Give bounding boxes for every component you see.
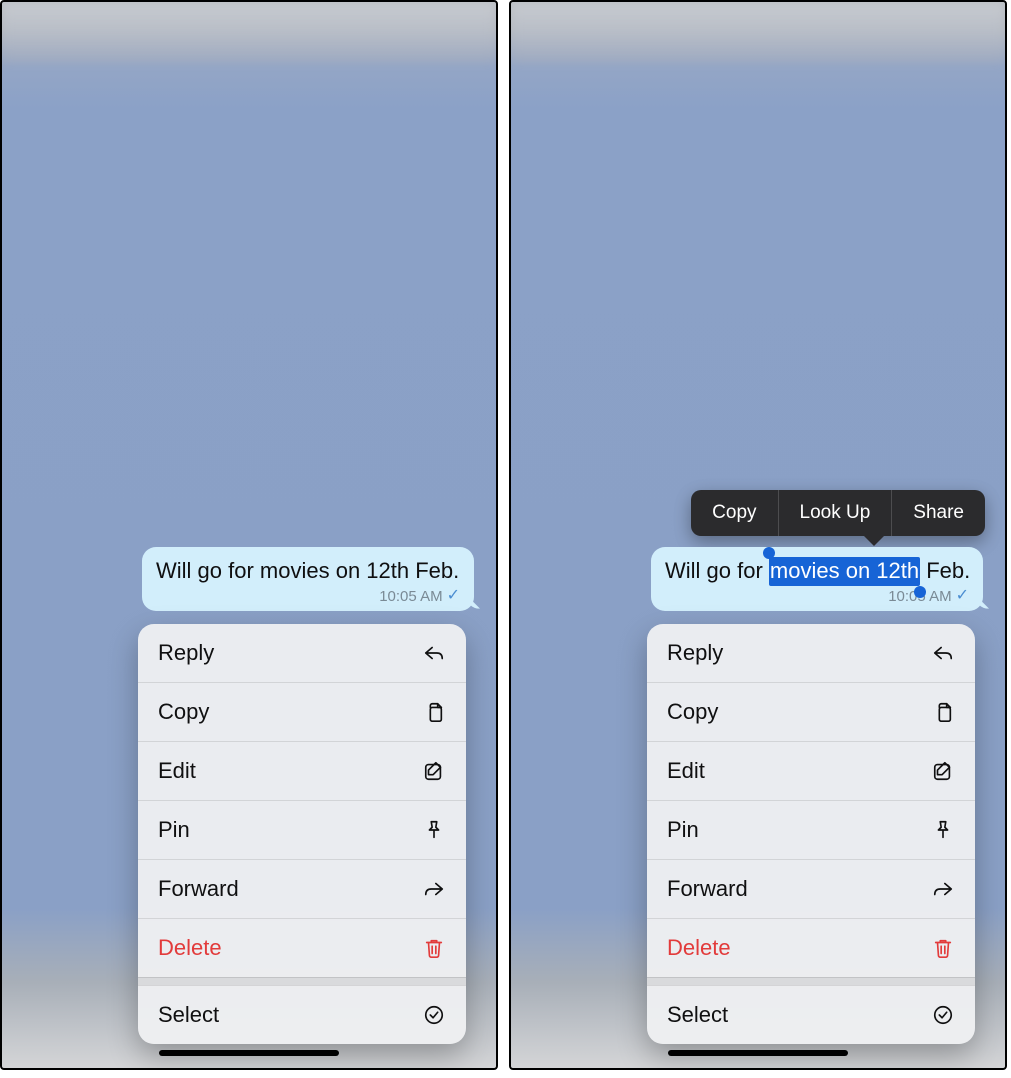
screenshot-right: Copy Look Up Share Will go for movies on…: [509, 0, 1007, 1070]
popup-arrow-icon: [863, 535, 885, 546]
menu-item-copy[interactable]: Copy: [138, 682, 466, 741]
menu-item-delete[interactable]: Delete: [647, 918, 975, 977]
forward-icon: [931, 877, 955, 901]
selection-handle-start[interactable]: [763, 547, 775, 559]
check-circle-icon: [422, 1003, 446, 1027]
message-bubble[interactable]: Will go for movies on 12th Feb. 10:05 AM…: [142, 547, 474, 611]
message-text-after: Feb.: [920, 558, 970, 583]
menu-item-select[interactable]: Select: [138, 985, 466, 1044]
statusbar-blur: [2, 2, 496, 62]
menu-separator: [138, 977, 466, 985]
menu-item-forward[interactable]: Forward: [138, 859, 466, 918]
menu-label: Delete: [667, 935, 731, 961]
menu-label: Reply: [158, 640, 214, 666]
menu-item-reply[interactable]: Reply: [138, 624, 466, 682]
menu-label: Pin: [667, 817, 699, 843]
message-text-before: Will go for: [665, 558, 769, 583]
menu-label: Edit: [667, 758, 705, 784]
selection-lookup-button[interactable]: Look Up: [778, 490, 892, 536]
text-selection-popup: Copy Look Up Share: [691, 490, 985, 536]
menu-item-delete[interactable]: Delete: [138, 918, 466, 977]
copy-docs-icon: [422, 700, 446, 724]
context-menu: Reply Copy Edit Pin Forward: [647, 624, 975, 1044]
context-menu: Reply Copy Edit Pin Forward: [138, 624, 466, 1044]
menu-label: Reply: [667, 640, 723, 666]
menu-item-reply[interactable]: Reply: [647, 624, 975, 682]
menu-label: Edit: [158, 758, 196, 784]
message-bubble-container: Will go for movies on 12th Feb. 10:05 AM…: [142, 547, 474, 611]
reply-icon: [422, 641, 446, 665]
message-time: 10:05 AM: [379, 588, 442, 605]
menu-item-pin[interactable]: Pin: [138, 800, 466, 859]
message-text-selected[interactable]: movies on 12th: [769, 557, 920, 586]
home-indicator[interactable]: [159, 1050, 339, 1056]
copy-docs-icon: [931, 700, 955, 724]
menu-item-edit[interactable]: Edit: [138, 741, 466, 800]
menu-label: Select: [158, 1002, 219, 1028]
pin-icon: [931, 818, 955, 842]
menu-item-edit[interactable]: Edit: [647, 741, 975, 800]
menu-label: Forward: [158, 876, 239, 902]
message-meta: 10:05 AM ✓: [156, 588, 460, 605]
selection-share-button[interactable]: Share: [891, 490, 985, 536]
trash-icon: [931, 936, 955, 960]
pin-icon: [422, 818, 446, 842]
menu-label: Forward: [667, 876, 748, 902]
menu-item-select[interactable]: Select: [647, 985, 975, 1044]
menu-item-pin[interactable]: Pin: [647, 800, 975, 859]
message-text[interactable]: Will go for movies on 12th Feb.: [156, 557, 460, 586]
edit-icon: [422, 759, 446, 783]
screenshot-left: Will go for movies on 12th Feb. 10:05 AM…: [0, 0, 498, 1070]
menu-label: Copy: [158, 699, 209, 725]
menu-separator: [647, 977, 975, 985]
home-indicator[interactable]: [668, 1050, 848, 1056]
menu-label: Pin: [158, 817, 190, 843]
delivered-check-icon: ✓: [447, 588, 460, 604]
message-bubble-container: Will go for movies on 12th Feb. 10:05 AM…: [651, 547, 983, 611]
menu-item-copy[interactable]: Copy: [647, 682, 975, 741]
delivered-check-icon: ✓: [956, 588, 969, 604]
edit-icon: [931, 759, 955, 783]
selection-handle-end[interactable]: [914, 586, 926, 598]
statusbar-blur: [511, 2, 1005, 62]
reply-icon: [931, 641, 955, 665]
menu-item-forward[interactable]: Forward: [647, 859, 975, 918]
menu-label: Delete: [158, 935, 222, 961]
menu-label: Select: [667, 1002, 728, 1028]
check-circle-icon: [931, 1003, 955, 1027]
selection-copy-button[interactable]: Copy: [691, 490, 777, 536]
menu-label: Copy: [667, 699, 718, 725]
forward-icon: [422, 877, 446, 901]
message-bubble[interactable]: Will go for movies on 12th Feb. 10:05 AM…: [651, 547, 983, 611]
trash-icon: [422, 936, 446, 960]
message-text[interactable]: Will go for movies on 12th Feb.: [665, 557, 969, 586]
